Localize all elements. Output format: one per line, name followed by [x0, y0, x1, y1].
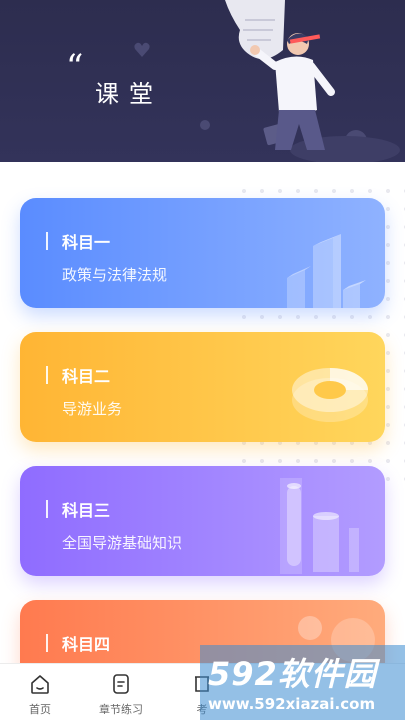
title-accent-bar [46, 634, 48, 652]
header-illustration [225, 0, 400, 162]
page-title: 课堂 [95, 80, 163, 108]
subject-title: 科目四 [62, 635, 111, 654]
watermark-title: 592软件园 [208, 655, 377, 693]
chapter-practice-icon [113, 674, 129, 694]
subject-course: 全国导游基础知识 [62, 534, 183, 552]
title-accent-bar [46, 232, 48, 250]
title-accent-bar [46, 500, 48, 518]
watermark-url: www.592xiazai.com [208, 695, 376, 713]
subject-card-3[interactable]: 科目三 全国导游基础知识 [20, 466, 385, 576]
quote-mark: “ [66, 47, 84, 87]
header-banner: “ 课堂 [0, 0, 405, 162]
subject-card-2[interactable]: 科目二 导游业务 [20, 332, 385, 442]
subject-title: 科目一 [62, 233, 111, 252]
subject-title: 科目二 [62, 367, 111, 386]
tab-label: 首页 [29, 703, 51, 716]
tab-label: 章节练习 [99, 703, 143, 716]
subject-course: 政策与法律法规 [62, 266, 168, 284]
subject-course: 导游业务 [62, 400, 123, 418]
heart-icon [134, 42, 150, 57]
subject-card-1[interactable]: 科目一 政策与法律法规 [20, 198, 385, 308]
bar-chart-icon [287, 234, 366, 308]
pie-chart-icon [292, 368, 368, 422]
tab-home[interactable]: 首页 [0, 664, 80, 720]
tab-chapter-practice[interactable]: 章节练习 [81, 664, 161, 720]
cylinder-chart-icon [280, 478, 359, 574]
title-accent-bar [46, 366, 48, 384]
site-watermark: 592软件园 www.592xiazai.com [200, 645, 405, 720]
subject-title: 科目三 [62, 501, 111, 520]
home-icon [31, 675, 49, 694]
